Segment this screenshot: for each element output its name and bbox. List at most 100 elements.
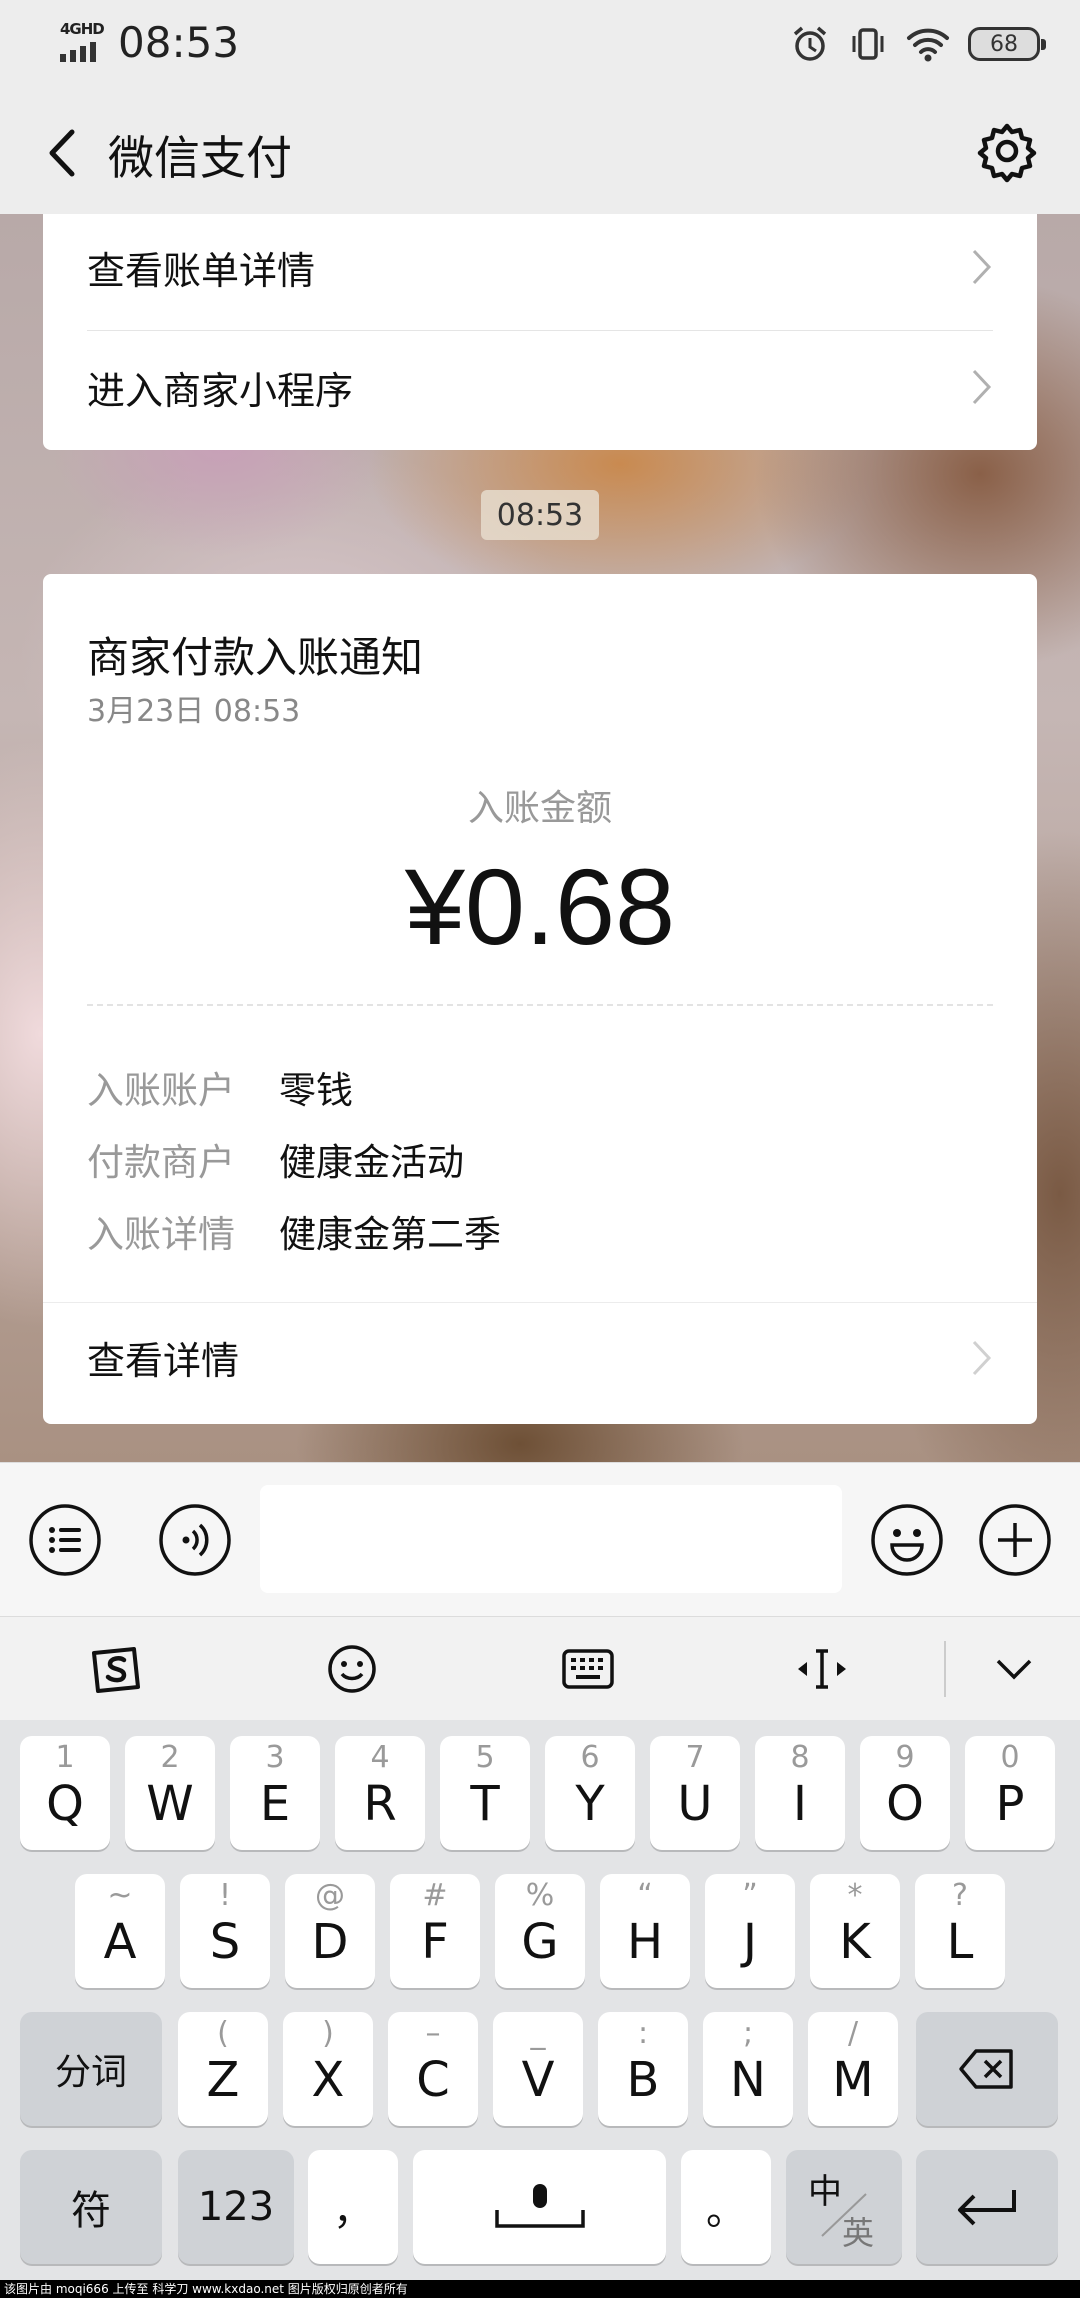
detail-value: 健康金活动 — [279, 1141, 464, 1184]
key-o[interactable]: 9O — [860, 1736, 950, 1850]
key-d[interactable]: @ D — [285, 1874, 375, 1988]
sogou-icon — [92, 1647, 140, 1693]
back-button[interactable] — [30, 118, 100, 188]
enter-arrow-icon — [958, 2190, 1016, 2226]
comma-key[interactable]: ， — [308, 2150, 398, 2264]
space-key[interactable] — [413, 2150, 666, 2264]
keyboard: 1Q 2W 3E 4R 5T 6Y 7U 8I 9O 0P ~ A ! S @ D #… — [0, 1720, 1080, 2280]
ime-toolbar — [0, 1616, 1080, 1720]
wifi-icon — [907, 28, 949, 62]
detail-value: 健康金第二季 — [279, 1213, 501, 1256]
key-b[interactable]: :B — [598, 2012, 688, 2126]
view-details-label: 查看详情 — [87, 1339, 240, 1383]
text-cursor-icon — [798, 1649, 846, 1689]
message-input-bar — [0, 1462, 1080, 1616]
key-w[interactable]: 2W — [125, 1736, 215, 1850]
language-switch-key[interactable]: 中 英 — [786, 2150, 902, 2264]
battery-icon: 68 — [968, 27, 1046, 61]
backspace-key[interactable] — [916, 2012, 1058, 2126]
plus-icon — [979, 1504, 1051, 1576]
payment-card-links: 查看账单详情 进入商家小程序 — [43, 214, 1037, 450]
view-details-link[interactable]: 查看详情 — [87, 1330, 993, 1385]
ime-emoji-button[interactable] — [324, 1643, 380, 1695]
message-timestamp: 08:53 — [481, 490, 599, 540]
sogou-logo-button[interactable] — [88, 1643, 144, 1695]
watermark-text: 该图片由 moqi666 上传至 科学刀 www.kxdao.net 图片版权归… — [0, 2280, 1080, 2298]
slash-divider — [821, 2193, 867, 2237]
detail-row: 付款商户 健康金活动 — [87, 1132, 464, 1186]
key-q[interactable]: 1Q — [20, 1736, 110, 1850]
view-bill-link[interactable]: 查看账单详情 — [87, 232, 993, 302]
payment-notice-card[interactable]: 商家付款入账通知 3月23日 08:53 入账金额 ¥0.68 入账账户 零钱 … — [43, 574, 1037, 1424]
divider — [43, 1302, 1037, 1303]
key-r[interactable]: 4R — [335, 1736, 425, 1850]
alarm-icon — [793, 26, 827, 61]
key-g[interactable]: % G — [495, 1874, 585, 1988]
merchant-mini-program-label: 进入商家小程序 — [87, 368, 354, 413]
detail-row: 入账账户 零钱 — [87, 1060, 353, 1114]
key-u[interactable]: 7U — [650, 1736, 740, 1850]
segment-key[interactable]: 分词 — [20, 2012, 162, 2126]
enter-key[interactable] — [916, 2150, 1058, 2264]
settings-button[interactable] — [972, 116, 1042, 186]
list-menu-icon — [29, 1504, 101, 1576]
keyboard-switch-button[interactable] — [560, 1643, 616, 1695]
collapse-keyboard-button[interactable] — [986, 1643, 1042, 1695]
period-key[interactable]: 。 — [681, 2150, 771, 2264]
divider — [87, 330, 993, 331]
detail-value: 零钱 — [279, 1069, 353, 1112]
key-i[interactable]: 8I — [755, 1736, 845, 1850]
number-key[interactable]: 123 — [178, 2150, 294, 2264]
network-type: 4GHD — [60, 20, 105, 38]
detail-key: 付款商户 — [87, 1141, 235, 1184]
chevron-right-icon — [972, 1340, 992, 1375]
status-time: 08:53 — [118, 18, 240, 67]
key-t[interactable]: 5T — [440, 1736, 530, 1850]
detail-key: 入账详情 — [87, 1213, 235, 1256]
toolbar-divider — [944, 1641, 946, 1697]
merchant-mini-program-link[interactable]: 进入商家小程序 — [87, 352, 993, 422]
battery-level: 68 — [990, 31, 1018, 57]
signal-icon: 4GHD — [58, 20, 108, 64]
vibrate-icon — [852, 28, 884, 60]
menu-button[interactable] — [28, 1503, 102, 1577]
more-button[interactable] — [978, 1503, 1052, 1577]
detail-row: 入账详情 健康金第二季 — [87, 1204, 501, 1258]
chevron-down-icon — [996, 1659, 1032, 1680]
key-h[interactable]: “H — [600, 1874, 690, 1988]
chevron-right-icon — [972, 369, 992, 405]
key-s[interactable]: ! S — [180, 1874, 270, 1988]
key-z[interactable]: (Z — [178, 2012, 268, 2126]
voice-button[interactable] — [158, 1503, 232, 1577]
chat-area[interactable]: 查看账单详情 进入商家小程序 08:53 商家付款入账通知 3月23日 08:5… — [0, 214, 1080, 1462]
key-m[interactable]: / M — [808, 2012, 898, 2126]
key-e[interactable]: 3E — [230, 1736, 320, 1850]
key-x[interactable]: ) X — [283, 2012, 373, 2126]
key-v[interactable]: _ V — [493, 2012, 583, 2126]
key-f[interactable]: # F — [390, 1874, 480, 1988]
key-p[interactable]: 0P — [965, 1736, 1055, 1850]
notice-date: 3月23日 08:53 — [87, 694, 301, 729]
view-bill-label: 查看账单详情 — [87, 248, 316, 293]
key-l[interactable]: ? L — [915, 1874, 1005, 1988]
key-k[interactable]: * K — [810, 1874, 900, 1988]
dashed-divider — [87, 1004, 993, 1006]
key-y[interactable]: 6Y — [545, 1736, 635, 1850]
amount-value: ¥0.68 — [404, 846, 676, 967]
voice-icon — [159, 1504, 231, 1576]
emoji-icon — [871, 1504, 943, 1576]
key-j[interactable]: ” J — [705, 1874, 795, 1988]
key-n[interactable]: ; N — [703, 2012, 793, 2126]
status-bar: 4GHD 08:53 68 — [0, 0, 1080, 88]
key-c[interactable]: – C — [388, 2012, 478, 2126]
key-a[interactable]: ~ A — [75, 1874, 165, 1988]
notice-title: 商家付款入账通知 — [87, 633, 424, 682]
cursor-move-button[interactable] — [794, 1643, 850, 1695]
backspace-icon — [959, 2049, 1013, 2089]
symbol-key[interactable]: 符 — [20, 2150, 162, 2264]
emoji-button[interactable] — [870, 1503, 944, 1577]
message-input[interactable] — [260, 1485, 842, 1593]
gear-icon — [977, 123, 1037, 183]
amount-label: 入账金额 — [467, 788, 612, 829]
keyboard-icon — [562, 1649, 614, 1689]
